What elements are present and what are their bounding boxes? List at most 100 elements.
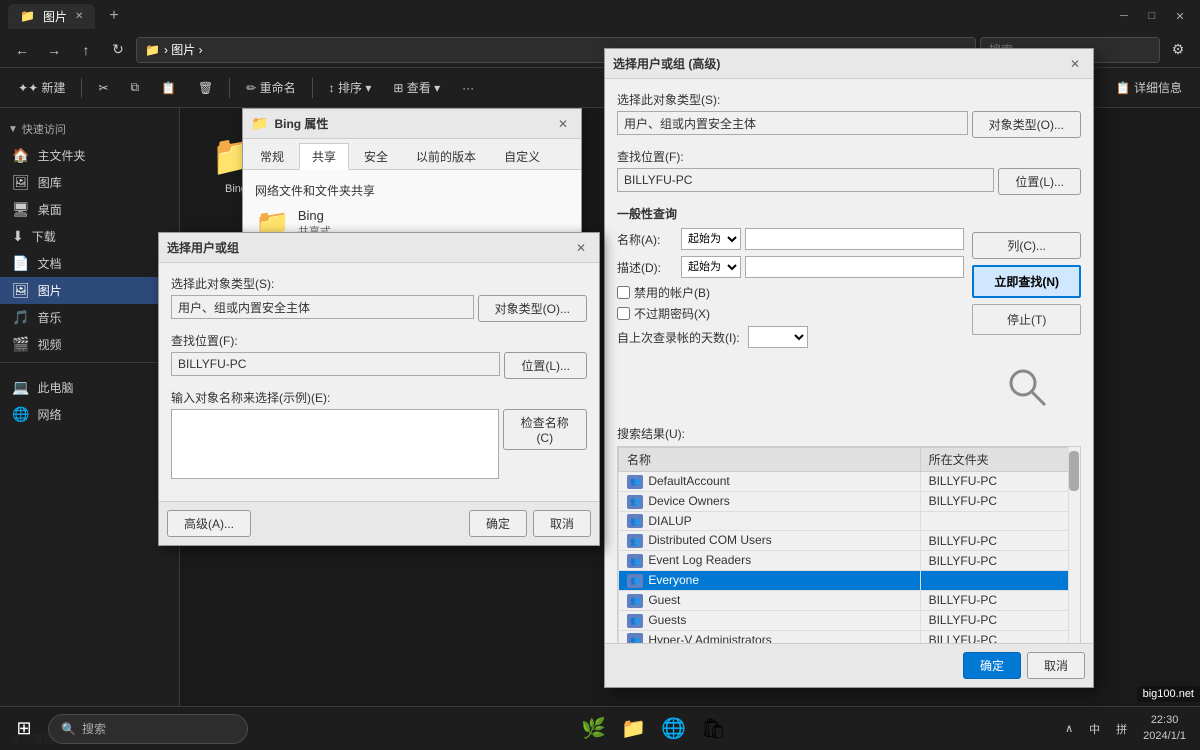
days-select[interactable] xyxy=(748,326,808,348)
taskbar-tray: ∧ 中 拼 22:30 2024/1/1 xyxy=(1059,709,1192,748)
table-row[interactable]: 👥 Guest BILLYFU-PC xyxy=(619,590,1080,610)
table-row[interactable]: 👥 Distributed COM Users BILLYFU-PC xyxy=(619,531,1080,551)
adv-object-type-value: 用户、组或内置安全主体 xyxy=(617,111,968,135)
adv-ok-btn[interactable]: 确定 xyxy=(963,652,1021,679)
tray-time: 22:30 xyxy=(1143,713,1186,728)
explorer-tab[interactable]: 📁 图片 ✕ xyxy=(8,4,95,29)
table-row[interactable]: 👥 Everyone xyxy=(619,571,1080,591)
taskbar-search[interactable]: 🔍 搜索 xyxy=(48,714,248,744)
tab-previous[interactable]: 以前的版本 xyxy=(403,143,489,169)
tab-customize[interactable]: 自定义 xyxy=(491,143,553,169)
adv-location-btn[interactable]: 位置(L)... xyxy=(998,168,1081,195)
search-label: 搜索 xyxy=(82,720,106,737)
sidebar-item-documents[interactable]: 📄 文档 xyxy=(0,250,179,277)
table-row[interactable]: 👥 Event Log Readers BILLYFU-PC xyxy=(619,551,1080,571)
table-row[interactable]: 👥 Device Owners BILLYFU-PC xyxy=(619,491,1080,511)
disabled-checkbox[interactable] xyxy=(617,286,630,299)
paste-btn[interactable]: 📋 xyxy=(151,77,186,99)
taskbar-app-edge[interactable]: 🌐 xyxy=(656,711,692,747)
location-btn[interactable]: 位置(L)... xyxy=(504,352,587,379)
group-icon: 👥 xyxy=(627,594,643,608)
sort-btn[interactable]: ↕ 排序 ▾ xyxy=(319,75,382,100)
tray-lang1[interactable]: 中 xyxy=(1083,717,1106,741)
bing-dialog-tabs: 常规 共享 安全 以前的版本 自定义 xyxy=(243,139,581,170)
table-row[interactable]: 👥 DefaultAccount BILLYFU-PC xyxy=(619,472,1080,492)
table-row[interactable]: 👥 DIALUP xyxy=(619,511,1080,531)
pictures-icon: 🖼 xyxy=(12,282,30,299)
result-name: 👥 DefaultAccount xyxy=(619,472,921,492)
result-location: BILLYFU-PC xyxy=(920,531,1079,551)
start-button[interactable]: ⊞ xyxy=(8,713,40,745)
taskbar-app-store[interactable]: 🛍 xyxy=(696,711,732,747)
sidebar-item-pictures[interactable]: 🖼 图片 xyxy=(0,277,179,304)
downloads-icon: ⬇ xyxy=(12,228,24,245)
details-btn[interactable]: 📋 详细信息 xyxy=(1106,75,1192,100)
minimize-btn[interactable]: ─ xyxy=(1112,6,1136,26)
table-row[interactable]: 👥 Hyper-V Administrators BILLYFU-PC xyxy=(619,630,1080,643)
rename-btn[interactable]: ✏ 重命名 xyxy=(236,75,305,100)
up-btn[interactable]: ↑ xyxy=(72,36,100,64)
back-btn[interactable]: ← xyxy=(8,36,36,64)
select-user-close[interactable]: ✕ xyxy=(571,238,591,258)
tray-lang2[interactable]: 拼 xyxy=(1110,717,1133,741)
tray-clock[interactable]: 22:30 2024/1/1 xyxy=(1137,709,1192,748)
find-now-btn[interactable]: 立即查找(N) xyxy=(972,265,1081,298)
sidebar-item-music[interactable]: 🎵 音乐 xyxy=(0,304,179,331)
new-btn[interactable]: ✦ ✦ 新建 xyxy=(8,75,75,100)
adv-cancel-btn[interactable]: 取消 xyxy=(1027,652,1085,679)
copy-btn[interactable]: ⧉ xyxy=(121,76,150,99)
noexpire-checkbox[interactable] xyxy=(617,307,630,320)
desc-query-select[interactable]: 起始为 包含 xyxy=(681,256,741,278)
result-location: BILLYFU-PC xyxy=(920,472,1079,492)
view-btn[interactable]: ⊞ 查看 ▾ xyxy=(383,75,450,100)
toolbar-sep-3 xyxy=(312,78,313,98)
tray-expand[interactable]: ∧ xyxy=(1059,718,1079,739)
sidebar-item-videos[interactable]: 🎬 视频 xyxy=(0,331,179,358)
sidebar-section-quick[interactable]: ▼ 快速访问 xyxy=(0,116,179,142)
object-name-input[interactable] xyxy=(171,409,499,479)
disabled-label: 禁用的帐户(B) xyxy=(634,284,710,301)
adv-object-type-btn[interactable]: 对象类型(O)... xyxy=(972,111,1081,138)
desc-query-input[interactable] xyxy=(745,256,964,278)
su-ok-btn[interactable]: 确定 xyxy=(469,510,527,537)
name-query-select[interactable]: 起始为 包含 xyxy=(681,228,741,250)
advanced-dialog-close[interactable]: ✕ xyxy=(1065,54,1085,74)
sidebar-item-downloads[interactable]: ⬇ 下载 xyxy=(0,223,179,250)
sidebar-label-thispc: 此电脑 xyxy=(37,379,73,396)
stop-btn[interactable]: 停止(T) xyxy=(972,304,1081,335)
share-folder-name: Bing xyxy=(298,208,331,223)
taskbar-app-explorer[interactable]: 🌿 xyxy=(576,711,612,747)
taskbar-app-folder[interactable]: 📁 xyxy=(616,711,652,747)
object-type-btn[interactable]: 对象类型(O)... xyxy=(478,295,587,322)
check-names-btn[interactable]: 检查名称(C) xyxy=(503,409,587,450)
sidebar-item-thispc[interactable]: 💻 此电脑 xyxy=(0,374,179,401)
advanced-btn[interactable]: 高级(A)... xyxy=(167,510,251,537)
bing-dialog-title: Bing 属性 xyxy=(274,115,547,132)
col-btn[interactable]: 列(C)... xyxy=(972,232,1081,259)
network-icon: 🌐 xyxy=(12,406,29,423)
results-scrollbar[interactable] xyxy=(1068,447,1080,643)
delete-btn[interactable]: 🗑 xyxy=(188,77,223,99)
tab-share[interactable]: 共享 xyxy=(299,143,349,170)
sidebar-item-home[interactable]: 🏠 主文件夹 xyxy=(0,142,179,169)
sidebar-item-desktop[interactable]: 🖥 桌面 xyxy=(0,196,179,223)
new-tab-btn[interactable]: + xyxy=(99,3,128,29)
tab-general[interactable]: 常规 xyxy=(247,143,297,169)
sidebar-item-gallery[interactable]: 🖼 图库 xyxy=(0,169,179,196)
settings-btn[interactable]: ⚙ xyxy=(1164,36,1192,64)
group-icon: 👥 xyxy=(627,534,643,548)
more-btn[interactable]: ··· xyxy=(452,77,484,99)
sidebar-item-network[interactable]: 🌐 网络 xyxy=(0,401,179,428)
maximize-btn[interactable]: □ xyxy=(1140,6,1164,26)
refresh-btn[interactable]: ↻ xyxy=(104,36,132,64)
documents-icon: 📄 xyxy=(12,255,29,272)
cut-btn[interactable]: ✂ xyxy=(88,77,118,99)
su-cancel-btn[interactable]: 取消 xyxy=(533,510,591,537)
tab-security[interactable]: 安全 xyxy=(351,143,401,169)
close-btn[interactable]: ✕ xyxy=(1168,6,1192,26)
bing-dialog-close[interactable]: ✕ xyxy=(553,114,573,134)
table-row[interactable]: 👥 Guests BILLYFU-PC xyxy=(619,610,1080,630)
tab-close-btn[interactable]: ✕ xyxy=(75,11,83,22)
forward-btn[interactable]: → xyxy=(40,36,68,64)
name-query-input[interactable] xyxy=(745,228,964,250)
